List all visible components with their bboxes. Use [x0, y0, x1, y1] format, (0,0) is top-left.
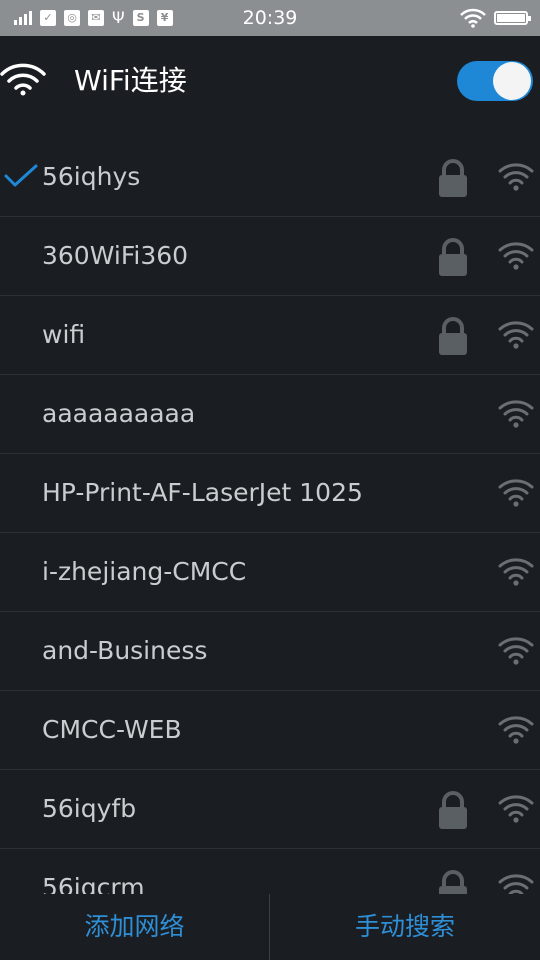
wifi-signal-icon [498, 871, 534, 894]
add-network-button[interactable]: 添加网络 [0, 894, 269, 960]
network-row[interactable]: HP-Print-AF-LaserJet 1025 [0, 454, 540, 533]
wifi-signal-icon [498, 239, 534, 275]
network-name: 56iqhys [42, 162, 141, 191]
network-row[interactable]: 56iqhys [0, 138, 540, 217]
lock-icon [436, 790, 470, 834]
wifi-signal-icon [498, 476, 534, 512]
wifi-signal-icon [498, 397, 534, 433]
network-name: and-Business [42, 636, 208, 665]
status-bar: ✓ ◎ ✉ Ψ S ¥ 20:39 [0, 0, 540, 36]
wifi-signal-icon [498, 792, 534, 828]
lock-icon [436, 869, 470, 894]
wifi-signal-icon [498, 555, 534, 591]
network-row[interactable]: 56iqyfb [0, 770, 540, 849]
toggle-knob [493, 62, 531, 100]
network-row[interactable]: 56iqcrm [0, 849, 540, 894]
network-name: aaaaaaaaaa [42, 399, 196, 428]
wifi-toggle[interactable] [457, 61, 533, 101]
wifi-header: WiFi连接 [0, 36, 540, 126]
battery-icon [494, 11, 531, 25]
wifi-icon [460, 8, 486, 28]
network-row[interactable]: wifi [0, 296, 540, 375]
bottom-bar: 添加网络 手动搜索 [0, 894, 540, 960]
status-time: 20:39 [242, 7, 298, 29]
network-name: HP-Print-AF-LaserJet 1025 [42, 478, 363, 507]
connected-check-icon [4, 164, 38, 192]
wifi-signal-icon [498, 634, 534, 670]
battery-level [497, 14, 525, 22]
lock-icon [436, 158, 470, 202]
network-list: 56iqhys 360WiFi360 wifi aaaaaaaaaa HP-Print-… [0, 138, 540, 894]
wifi-signal-icon [498, 318, 534, 354]
network-row[interactable]: and-Business [0, 612, 540, 691]
network-name: i-zhejiang-CMCC [42, 557, 247, 586]
network-row[interactable]: aaaaaaaaaa [0, 375, 540, 454]
manual-search-button[interactable]: 手动搜索 [270, 894, 540, 960]
wifi-signal-icon [498, 713, 534, 749]
network-name: 360WiFi360 [42, 241, 189, 270]
network-name: wifi [42, 320, 86, 349]
page-title: WiFi连接 [74, 64, 187, 97]
wifi-icon [0, 63, 46, 96]
lock-icon [436, 237, 470, 281]
network-row[interactable]: CMCC-WEB [0, 691, 540, 770]
network-name: CMCC-WEB [42, 715, 182, 744]
wifi-signal-icon [498, 160, 534, 196]
network-name: 56iqcrm [42, 873, 145, 894]
lock-icon [436, 316, 470, 360]
network-name: 56iqyfb [42, 794, 137, 823]
network-row[interactable]: 360WiFi360 [0, 217, 540, 296]
network-row[interactable]: i-zhejiang-CMCC [0, 533, 540, 612]
